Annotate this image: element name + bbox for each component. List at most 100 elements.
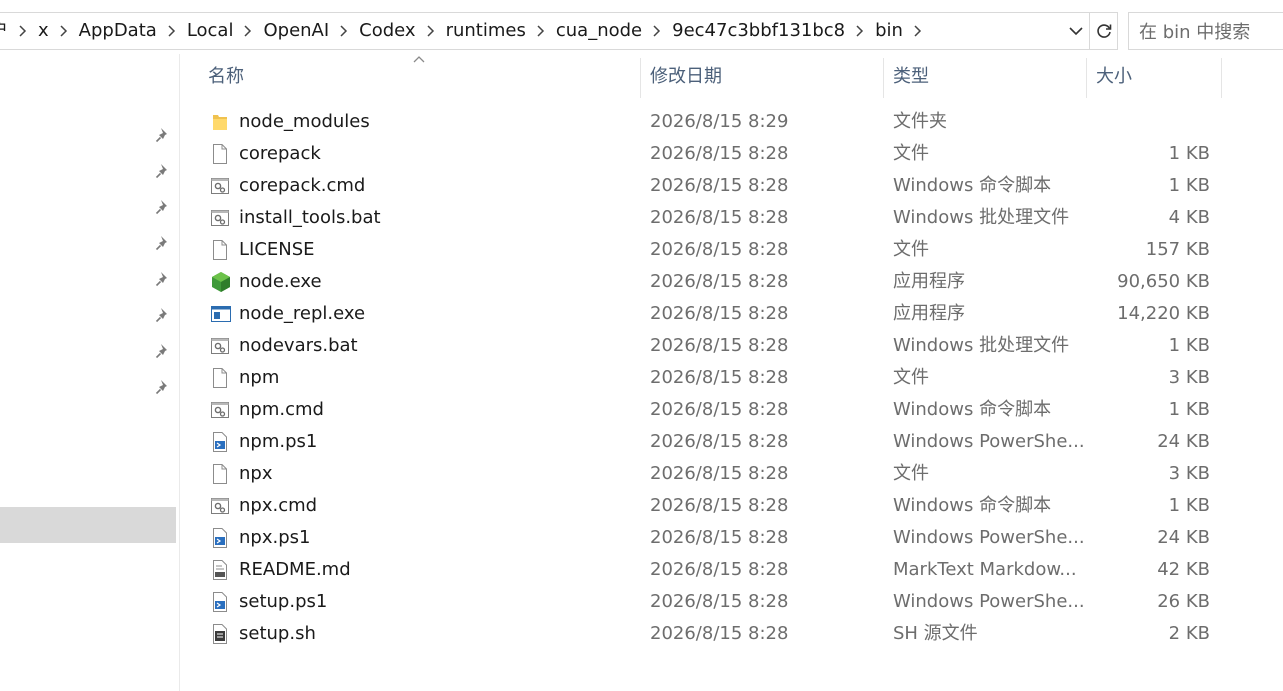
pin-icon[interactable] (154, 306, 172, 324)
file-type: MarkText Markdow... (893, 559, 1077, 580)
breadcrumb-separator-chevron-icon[interactable] (12, 13, 34, 49)
file-name: node.exe (239, 271, 322, 292)
breadcrumb-item[interactable]: cua_node (552, 13, 646, 49)
file-icon (210, 367, 230, 389)
breadcrumb-item[interactable]: OpenAI (259, 13, 333, 49)
address-history-dropdown[interactable] (1063, 13, 1089, 49)
file-size: 26 KB (1157, 591, 1210, 612)
column-header-type[interactable]: 类型 (883, 56, 1083, 98)
file-row[interactable]: setup.sh 2026/8/15 8:28 SH 源文件 2 KB (180, 618, 1220, 650)
file-name: node_repl.exe (239, 303, 366, 324)
file-row[interactable]: install_tools.bat 2026/8/15 8:28 Windows 批… (180, 202, 1220, 234)
file-type: 文件夹 (893, 111, 947, 132)
file-modified-date: 2026/8/15 8:28 (650, 207, 789, 228)
column-header-size[interactable]: 大小 (1086, 56, 1216, 98)
file-type: Windows 命令脚本 (893, 495, 1052, 516)
breadcrumb-item[interactable]: bin (871, 13, 907, 49)
file-row[interactable]: npx.cmd 2026/8/15 8:28 Windows 命令脚本 1 KB (180, 490, 1220, 522)
file-modified-date: 2026/8/15 8:28 (650, 143, 789, 164)
file-modified-date: 2026/8/15 8:28 (650, 495, 789, 516)
file-row[interactable]: npm 2026/8/15 8:28 文件 3 KB (180, 362, 1220, 394)
breadcrumb-separator-chevron-icon[interactable] (420, 13, 442, 49)
breadcrumb-item[interactable]: AppData (75, 13, 161, 49)
file-row[interactable]: setup.ps1 2026/8/15 8:28 Windows PowerShe.… (180, 586, 1220, 618)
file-name: setup.sh (239, 623, 316, 644)
breadcrumb-item[interactable]: runtimes (442, 13, 530, 49)
file-size: 24 KB (1157, 431, 1210, 452)
pin-icon[interactable] (154, 126, 172, 144)
pin-icon[interactable] (154, 270, 172, 288)
file-size: 1 KB (1168, 335, 1210, 356)
breadcrumb-separator-chevron-icon[interactable] (333, 13, 355, 49)
breadcrumb-item[interactable]: Codex (355, 13, 419, 49)
nav-selected-item[interactable] (0, 507, 176, 543)
file-row[interactable]: node_repl.exe 2026/8/15 8:28 应用程序 14,220 KB (180, 298, 1220, 330)
column-header-date[interactable]: 修改日期 (640, 56, 880, 98)
file-modified-date: 2026/8/15 8:28 (650, 335, 789, 356)
file-type: 文件 (893, 239, 929, 260)
pin-icon[interactable] (154, 198, 172, 216)
file-row[interactable]: corepack 2026/8/15 8:28 文件 1 KB (180, 138, 1220, 170)
pin-icon[interactable] (154, 162, 172, 180)
refresh-button[interactable] (1090, 12, 1118, 50)
folder-icon (210, 111, 230, 133)
file-row[interactable]: nodevars.bat 2026/8/15 8:28 Windows 批处理文件 1… (180, 330, 1220, 362)
pin-icon[interactable] (154, 234, 172, 252)
file-size: 4 KB (1168, 207, 1210, 228)
file-row[interactable]: npx.ps1 2026/8/15 8:28 Windows PowerShe...… (180, 522, 1220, 554)
file-name: README.md (239, 559, 351, 580)
file-modified-date: 2026/8/15 8:29 (650, 111, 789, 132)
breadcrumb-item[interactable]: 户 (0, 13, 12, 49)
file-row[interactable]: node.exe 2026/8/15 8:28 应用程序 90,650 KB (180, 266, 1220, 298)
file-type: 文件 (893, 367, 929, 388)
search-input[interactable]: 在 bin 中搜索 (1128, 12, 1283, 50)
breadcrumb-separator-chevron-icon[interactable] (907, 13, 929, 49)
file-row[interactable]: README.md 2026/8/15 8:28 MarkText Markdow.… (180, 554, 1220, 586)
file-modified-date: 2026/8/15 8:28 (650, 399, 789, 420)
file-row[interactable]: npm.cmd 2026/8/15 8:28 Windows 命令脚本 1 KB (180, 394, 1220, 426)
file-size: 3 KB (1168, 367, 1210, 388)
file-type: Windows 命令脚本 (893, 175, 1052, 196)
file-modified-date: 2026/8/15 8:28 (650, 431, 789, 452)
file-row[interactable]: npm.ps1 2026/8/15 8:28 Windows PowerShe...… (180, 426, 1220, 458)
breadcrumb-item[interactable]: x (34, 13, 53, 49)
file-list: node_modules 2026/8/15 8:29 文件夹 corepack 202… (180, 106, 1283, 650)
nav-item-fragment[interactable]: ) (0, 496, 1, 517)
nav-item-fragment[interactable]: ) (0, 532, 1, 553)
breadcrumb-separator-chevron-icon[interactable] (849, 13, 871, 49)
breadcrumb-separator-chevron-icon[interactable] (161, 13, 183, 49)
file-size: 14,220 KB (1117, 303, 1210, 324)
file-row[interactable]: corepack.cmd 2026/8/15 8:28 Windows 命令脚本 1 … (180, 170, 1220, 202)
file-row[interactable]: npx 2026/8/15 8:28 文件 3 KB (180, 458, 1220, 490)
address-bar[interactable]: 户x AppData Local OpenAI Codex runtimes cua_nod… (0, 12, 1090, 50)
file-size: 2 KB (1168, 623, 1210, 644)
file-modified-date: 2026/8/15 8:28 (650, 367, 789, 388)
pin-icon[interactable] (154, 342, 172, 360)
refresh-icon (1096, 24, 1111, 38)
pin-icon[interactable] (154, 378, 172, 396)
file-size: 1 KB (1168, 399, 1210, 420)
application-window-icon (210, 303, 231, 325)
breadcrumb-item[interactable]: 9ec47c3bbf131bc8 (668, 13, 849, 49)
file-size: 157 KB (1145, 239, 1210, 260)
breadcrumb-separator-chevron-icon[interactable] (237, 13, 259, 49)
breadcrumb-separator-chevron-icon[interactable] (530, 13, 552, 49)
file-type: Windows 批处理文件 (893, 207, 1070, 228)
file-size: 3 KB (1168, 463, 1210, 484)
file-row[interactable]: LICENSE 2026/8/15 8:28 文件 157 KB (180, 234, 1220, 266)
breadcrumb-item[interactable]: Local (183, 13, 238, 49)
file-name: setup.ps1 (239, 591, 328, 612)
markdown-doc-icon (210, 559, 230, 581)
file-type: 文件 (893, 463, 929, 484)
breadcrumb-separator-chevron-icon[interactable] (53, 13, 75, 49)
column-header-name[interactable]: 名称 (198, 56, 638, 98)
file-type: Windows PowerShe... (893, 527, 1085, 548)
file-modified-date: 2026/8/15 8:28 (650, 623, 789, 644)
search-placeholder: 在 bin 中搜索 (1139, 22, 1251, 43)
script-gear-icon (210, 207, 230, 229)
column-headers: 名称 修改日期 类型 大小 (180, 56, 1283, 98)
nodejs-hexagon-icon (210, 271, 230, 293)
file-icon (210, 463, 230, 485)
breadcrumb-separator-chevron-icon[interactable] (646, 13, 668, 49)
file-row[interactable]: node_modules 2026/8/15 8:29 文件夹 (180, 106, 1220, 138)
